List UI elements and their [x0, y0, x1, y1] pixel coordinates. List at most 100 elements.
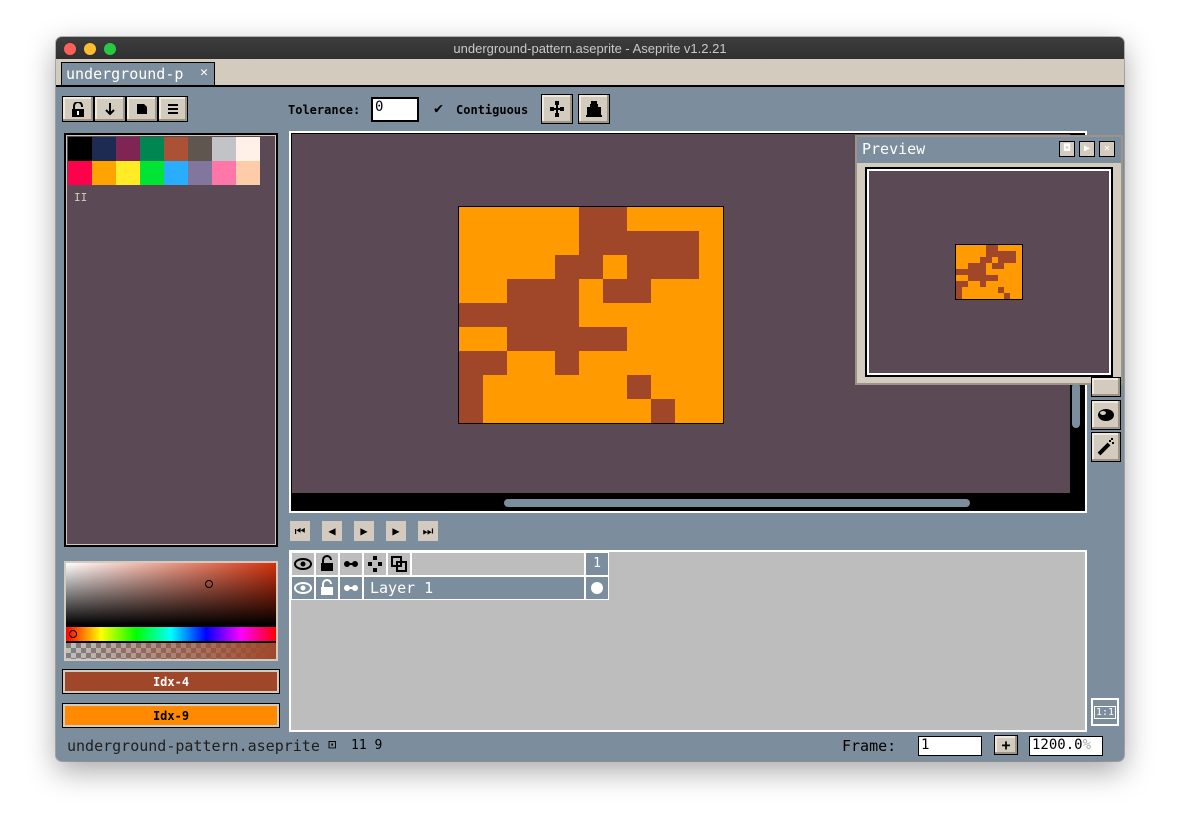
- sprite-pixel: [986, 245, 992, 251]
- sprite-pixel: [459, 303, 483, 327]
- sprite-pixel: [956, 275, 962, 281]
- contiguous-checkbox-icon[interactable]: ✔: [434, 99, 443, 117]
- sprite-pixel: [968, 275, 974, 281]
- contiguous-label[interactable]: Contiguous: [456, 103, 528, 117]
- sprite-pixel: [986, 293, 992, 299]
- sprite-pixel: [1010, 257, 1016, 263]
- zoom-unit: %: [1082, 737, 1092, 753]
- preview-title-bar[interactable]: Preview ◘ ▶ ✕: [857, 137, 1121, 163]
- frame-header[interactable]: 1: [585, 552, 609, 576]
- background-color-button[interactable]: Idx-9: [62, 703, 280, 728]
- next-frame-icon: ▶: [392, 524, 400, 538]
- close-icon[interactable]: ✕: [1099, 141, 1115, 157]
- foreground-color-button[interactable]: Idx-4: [62, 669, 280, 694]
- palette-swatch[interactable]: [68, 137, 92, 161]
- last-frame-button[interactable]: ⏭: [417, 520, 439, 542]
- app-window: underground-pattern.aseprite - Aseprite …: [56, 37, 1124, 761]
- palette-swatch[interactable]: [212, 137, 236, 161]
- sprite-pixel: [962, 263, 968, 269]
- sprite-pixel: [555, 207, 579, 231]
- sprite-pixel: [974, 269, 980, 275]
- tolerance-input[interactable]: 0: [371, 97, 419, 122]
- palette-swatch[interactable]: [188, 137, 212, 161]
- cel[interactable]: [585, 576, 609, 600]
- palette-swatch[interactable]: [92, 137, 116, 161]
- toggle-lock-button[interactable]: [315, 552, 339, 576]
- sprite-pixel: [483, 279, 507, 303]
- preview-window[interactable]: Preview ◘ ▶ ✕: [855, 135, 1123, 385]
- toggle-continuous-button[interactable]: [339, 552, 363, 576]
- play-button[interactable]: ▶: [353, 520, 375, 542]
- tab-close-icon[interactable]: ✕: [200, 65, 208, 80]
- sprite-pixel: [986, 275, 992, 281]
- preview-viewport[interactable]: [867, 169, 1111, 375]
- sprite-pixel: [1010, 293, 1016, 299]
- sprite-canvas[interactable]: [458, 206, 726, 426]
- sprite-pixel: [651, 351, 675, 375]
- palette-swatch[interactable]: [140, 161, 164, 185]
- tool-button-partial[interactable]: [1091, 377, 1121, 397]
- palette-options-button[interactable]: [158, 96, 188, 122]
- play-icon[interactable]: ▶: [1079, 141, 1095, 157]
- onion-skin-button[interactable]: [387, 552, 411, 576]
- tolerance-label: Tolerance:: [288, 103, 361, 117]
- jumble-tool-button[interactable]: [1091, 400, 1121, 430]
- palette-swatch[interactable]: [140, 137, 164, 161]
- playback-controls: ⏮ ◀ ▶ ▶ ⏭: [289, 520, 449, 542]
- layer-name[interactable]: Layer 1: [363, 576, 585, 600]
- sprite-pixel: [974, 293, 980, 299]
- saturation-value-field[interactable]: [66, 563, 276, 625]
- sprite-pixel: [962, 257, 968, 263]
- palette-resize-handle[interactable]: II: [74, 191, 87, 204]
- zoom-input[interactable]: 1200.0%: [1029, 736, 1103, 756]
- layer-continuous-toggle[interactable]: [339, 576, 363, 600]
- zoom-reset-button[interactable]: 1:1: [1091, 698, 1119, 726]
- layer-visibility-toggle[interactable]: [291, 576, 315, 600]
- layer-lock-toggle[interactable]: [315, 576, 339, 600]
- lock-palette-button[interactable]: [62, 96, 94, 122]
- palette-swatch[interactable]: [236, 137, 260, 161]
- palette-swatch[interactable]: [116, 161, 140, 185]
- pixel-connectivity-button[interactable]: [541, 94, 573, 124]
- toggle-visibility-button[interactable]: [291, 552, 315, 576]
- timeline: 1 Layer 1: [289, 550, 1087, 732]
- sprite-pixel: [986, 287, 992, 293]
- previous-frame-button[interactable]: ◀: [321, 520, 343, 542]
- palette-swatch[interactable]: [212, 161, 236, 185]
- sprite-pixel: [531, 255, 555, 279]
- palette-swatch[interactable]: [236, 161, 260, 185]
- paint-bucket-mode-button[interactable]: [578, 94, 610, 124]
- palette-swatch[interactable]: [68, 161, 92, 185]
- sprite-pixel: [1004, 275, 1010, 281]
- first-frame-button[interactable]: ⏮: [289, 520, 311, 542]
- group-layers-button[interactable]: [363, 552, 387, 576]
- alpha-slider[interactable]: [66, 643, 276, 659]
- palette-swatch[interactable]: [188, 161, 212, 185]
- sprite-pixel: [956, 251, 962, 257]
- palette-swatch[interactable]: [164, 161, 188, 185]
- horizontal-scrollbar[interactable]: [504, 499, 970, 507]
- new-frame-button[interactable]: +: [994, 735, 1018, 755]
- hue-slider[interactable]: [66, 627, 276, 641]
- sprite-pixel: [968, 251, 974, 257]
- hue-cursor[interactable]: [69, 630, 77, 638]
- next-frame-button[interactable]: ▶: [385, 520, 407, 542]
- color-selector[interactable]: [64, 561, 278, 661]
- sort-palette-button[interactable]: [94, 96, 126, 122]
- sprite-pixel: [651, 327, 675, 351]
- palette-swatch[interactable]: [92, 161, 116, 185]
- palette-swatch[interactable]: [116, 137, 140, 161]
- sprite-pixel: [531, 207, 555, 231]
- presets-palette-button[interactable]: [126, 96, 158, 122]
- spray-tool-button[interactable]: [1091, 432, 1121, 462]
- vertical-scrollbar[interactable]: [1072, 383, 1080, 428]
- document-tab[interactable]: underground-p ✕: [61, 62, 215, 85]
- frame-input[interactable]: 1: [918, 736, 982, 756]
- sv-cursor[interactable]: [205, 580, 213, 588]
- sprite-pixel: [531, 303, 555, 327]
- palette-swatch[interactable]: [164, 137, 188, 161]
- sprite-pixel: [459, 327, 483, 351]
- sprite-pixel: [992, 269, 998, 275]
- sprite-pixel: [968, 263, 974, 269]
- center-icon[interactable]: ◘: [1059, 141, 1075, 157]
